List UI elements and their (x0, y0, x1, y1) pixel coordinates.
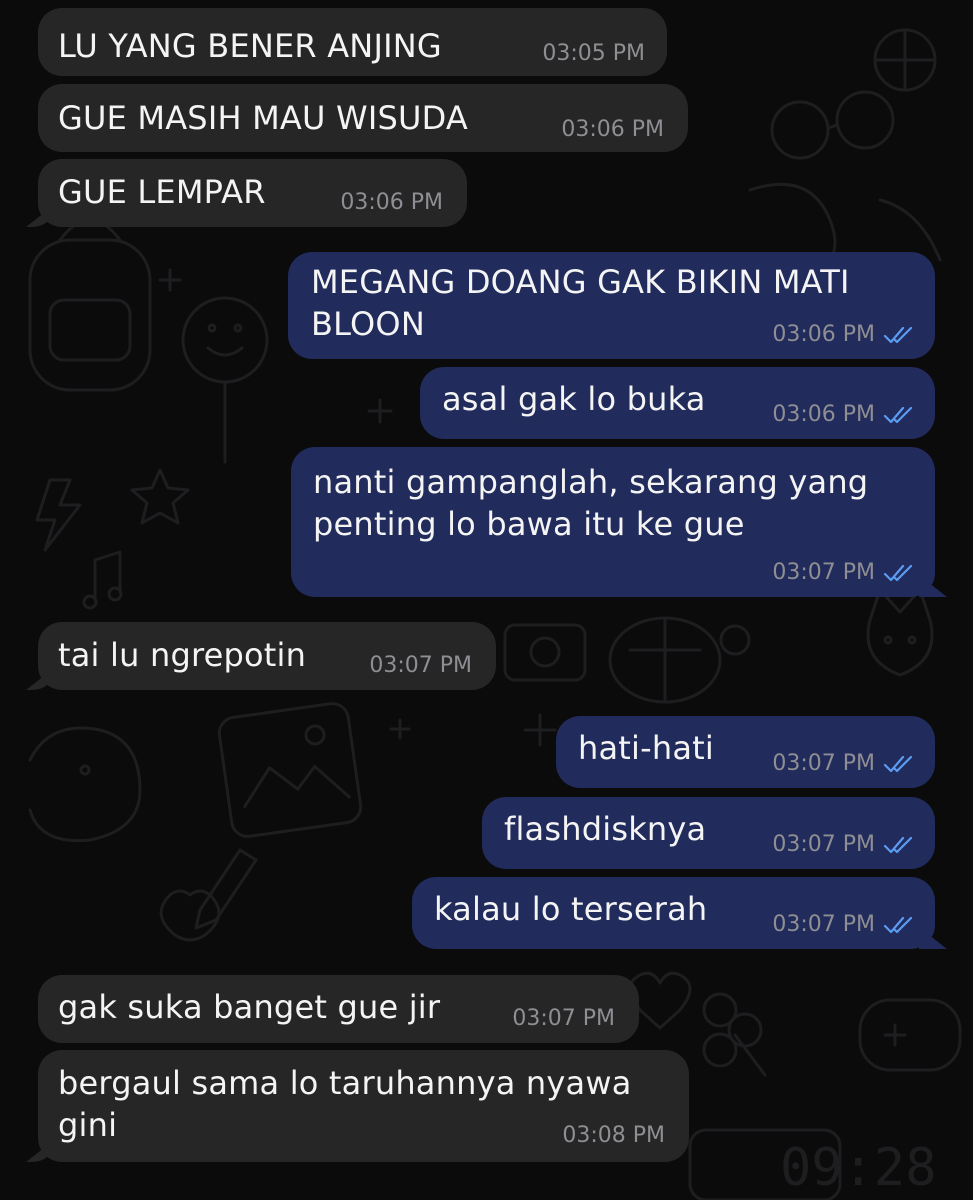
read-receipt-icon (883, 916, 913, 933)
read-receipt-icon (883, 406, 913, 423)
message-bubble-incoming[interactable]: tai lu ngrepotin 03:07 PM (38, 622, 496, 690)
glasses-doodle (770, 90, 895, 160)
apple-doodle (159, 889, 221, 942)
message-bubble-incoming[interactable]: GUE MASIH MAU WISUDA 03:06 PM (38, 84, 688, 152)
message-text: gak suka banget gue jir (58, 988, 441, 1026)
message-bubble-outgoing[interactable]: asal gak lo buka 03:06 PM (420, 367, 935, 439)
message-text: asal gak lo buka (442, 380, 706, 418)
cat-doodle (866, 588, 934, 677)
read-receipt-icon (883, 836, 913, 853)
message-time: 03:08 PM (562, 1123, 665, 1148)
message-text: flashdisknya (504, 810, 707, 848)
message-meta: 03:06 PM (340, 190, 443, 215)
basketball-doodle (873, 28, 937, 92)
message-meta: 03:07 PM (772, 912, 915, 937)
message-meta: 03:07 PM (772, 560, 915, 585)
lightning-doodle (35, 478, 82, 552)
message-text: kalau lo terserah (434, 890, 708, 928)
message-meta: 03:07 PM (772, 832, 915, 857)
message-time: 03:07 PM (772, 560, 875, 585)
message-meta: 03:06 PM (772, 402, 915, 427)
message-bubble-incoming[interactable]: bergaul sama lo taruhannya nyawa gini 03… (38, 1050, 689, 1162)
read-receipt-icon (883, 564, 913, 581)
turtle-doodle (608, 616, 751, 704)
message-time: 03:07 PM (772, 751, 875, 776)
read-receipt-icon (883, 326, 913, 343)
message-text: MEGANG DOANG GAK BIKIN MATI BLOON (311, 263, 850, 343)
plus-doodle (523, 713, 557, 747)
camera-doodle (503, 623, 587, 682)
message-meta: 03:08 PM (562, 1123, 665, 1148)
message-text: hati-hati (578, 729, 715, 767)
message-text: tai lu ngrepotin (58, 636, 307, 674)
backpack-doodle (28, 218, 152, 392)
message-meta: 03:06 PM (772, 322, 915, 347)
message-time: 03:06 PM (772, 402, 875, 427)
star-doodle (130, 468, 190, 525)
clover-doodle (702, 992, 767, 1077)
message-time: 03:05 PM (542, 41, 645, 66)
message-time: 03:07 PM (772, 912, 875, 937)
music-note-doodle (82, 550, 123, 610)
message-time: 03:06 PM (561, 117, 664, 142)
message-text: GUE LEMPAR (58, 173, 266, 211)
message-time: 03:07 PM (369, 653, 472, 678)
message-time: 03:07 PM (772, 832, 875, 857)
message-bubble-outgoing[interactable]: MEGANG DOANG GAK BIKIN MATI BLOON 03:06 … (288, 252, 935, 359)
message-time: 03:06 PM (340, 190, 443, 215)
heart-doodle (628, 971, 692, 1030)
message-text: LU YANG BENER ANJING (58, 27, 442, 65)
message-meta: 03:07 PM (369, 653, 472, 678)
picture-doodle (217, 702, 363, 838)
gamepad-doodle (858, 998, 962, 1072)
message-text: GUE MASIH MAU WISUDA (58, 99, 468, 137)
read-receipt-icon (883, 755, 913, 772)
message-bubble-incoming[interactable]: GUE LEMPAR 03:06 PM (38, 159, 467, 227)
message-bubble-incoming[interactable]: gak suka banget gue jir 03:07 PM (38, 975, 639, 1043)
message-bubble-incoming[interactable]: LU YANG BENER ANJING 03:05 PM (38, 8, 667, 76)
message-text: nanti gampanglah, sekarang yang penting … (313, 463, 869, 543)
message-text: bergaul sama lo taruhannya nyawa gini (58, 1064, 632, 1144)
message-meta: 03:05 PM (542, 41, 645, 66)
message-bubble-outgoing[interactable]: kalau lo terserah 03:07 PM (412, 877, 935, 949)
message-meta: 03:06 PM (561, 117, 664, 142)
clock-doodle-text: 09:28 (780, 1138, 937, 1198)
message-meta: 03:07 PM (512, 1006, 615, 1031)
message-meta: 03:07 PM (772, 751, 915, 776)
pencil-doodle (194, 848, 258, 930)
message-bubble-outgoing[interactable]: flashdisknya 03:07 PM (482, 797, 935, 869)
message-time: 03:06 PM (772, 322, 875, 347)
message-bubble-outgoing[interactable]: nanti gampanglah, sekarang yang penting … (291, 447, 935, 597)
message-time: 03:07 PM (512, 1006, 615, 1031)
balloon-doodle (181, 296, 269, 464)
message-bubble-outgoing[interactable]: hati-hati 03:07 PM (556, 716, 935, 788)
dog-doodle (28, 726, 142, 843)
